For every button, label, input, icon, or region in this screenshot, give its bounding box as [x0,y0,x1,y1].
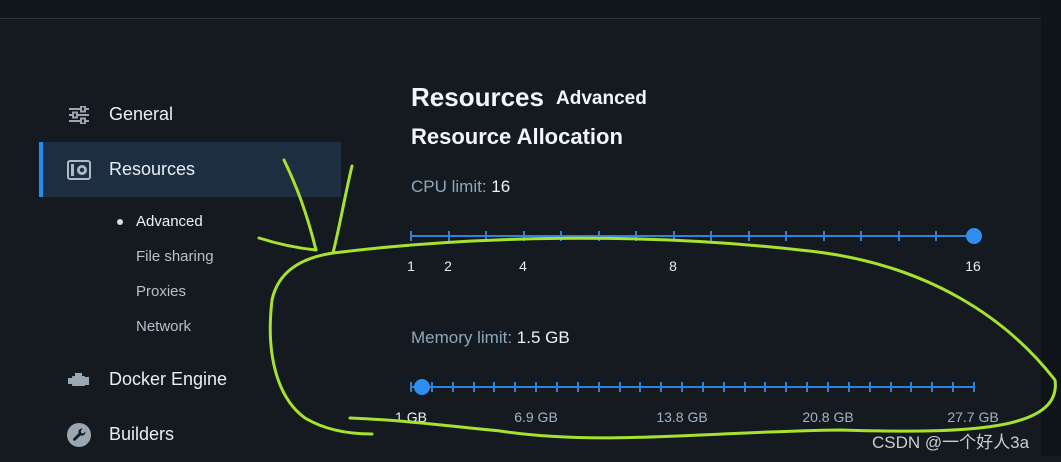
sidebar-subitem-proxies[interactable]: Proxies [136,283,186,300]
slider-tick [514,382,517,392]
slider-tick [576,382,579,392]
slider-tick [522,231,525,241]
slider-tick [860,231,863,241]
sidebar-item-resources[interactable]: Resources [39,142,341,197]
memory-tick-label: 6.9 GB [514,409,558,425]
slider-tick [973,382,975,392]
memory-tick-label: 1 GB [395,409,427,425]
slider-tick [889,382,892,392]
slider-tick [535,382,538,392]
slider-tick [410,231,412,241]
engine-icon [67,368,91,392]
sidebar-item-label: Resources [109,159,196,179]
slider-tick [897,231,900,241]
resources-icon [67,158,91,182]
cpu-tick-label: 1 [407,258,415,274]
slider-thumb[interactable] [966,228,982,244]
cpu-limit-value: 16 [491,177,511,196]
sidebar-subitem-network[interactable]: Network [136,318,191,335]
memory-tick-label: 20.8 GB [802,409,854,425]
sidebar-item-label: General [109,104,174,124]
memory-limit-slider[interactable] [410,379,975,395]
slider-tick [931,382,934,392]
slider-tick [597,231,600,241]
slider-tick [710,231,713,241]
slider-tick [764,382,767,392]
slider-tick [447,231,450,241]
slider-tick [822,231,825,241]
slider-tick [785,231,788,241]
slider-tick [743,382,746,392]
cpu-tick-label: 4 [519,258,527,274]
cpu-limit-text: CPU limit: [411,177,487,196]
memory-limit-value: 1.5 GB [516,328,570,347]
slider-tick [722,382,725,392]
slider-tick [868,382,871,392]
sidebar-item-docker-engine[interactable]: Docker Engine [39,352,341,407]
sidebar-item-label: Docker Engine [109,369,228,389]
slider-tick [635,231,638,241]
cpu-tick-label: 16 [965,258,981,274]
slider-tick [560,231,563,241]
sidebar-item-label: Builders [109,424,175,444]
slider-thumb[interactable] [413,379,430,395]
sidebar-subitem-advanced[interactable]: Advanced [136,213,203,230]
slider-tick [493,382,496,392]
slider-tick [618,382,621,392]
memory-tick-label: 27.7 GB [947,409,999,425]
slider-tick [451,382,454,392]
scroll-edge [1041,0,1061,456]
wrench-icon [67,422,91,447]
slider-tick [952,382,955,392]
slider-tick [410,382,412,392]
slider-tick [639,382,642,392]
memory-tick-label: 13.8 GB [656,409,708,425]
section-title: Resource Allocation [411,124,623,149]
sidebar-item-general[interactable]: General [39,87,341,142]
slider-tick [555,382,558,392]
cpu-limit-label: CPU limit: 16 [411,177,510,197]
sidebar-item-builders[interactable]: Builders [39,407,341,462]
slider-tick [597,382,600,392]
slider-track [411,235,974,237]
slider-tick [472,382,475,392]
cpu-tick-label: 2 [444,258,452,274]
slider-tick [701,382,704,392]
slider-tick [827,382,830,392]
slider-tick [681,382,684,392]
slider-tick [910,382,913,392]
slider-tick [430,382,433,392]
slider-tick [660,382,663,392]
slider-tick [785,382,788,392]
cpu-limit-slider[interactable] [410,228,982,244]
current-bullet [117,219,123,225]
tab-advanced[interactable]: Advanced [556,88,647,110]
memory-limit-text: Memory limit: [411,328,513,347]
top-bar [0,0,1061,19]
page-title: Resources [411,82,544,112]
slider-tick [747,231,750,241]
slider-tick [847,382,850,392]
slider-tick [935,231,938,241]
watermark: CSDN @一个好人3a [872,433,1030,452]
slider-tick [672,231,675,241]
sidebar-subitem-file-sharing[interactable]: File sharing [136,248,214,265]
slider-tick [806,382,809,392]
annotation-arrow-head [257,236,318,252]
memory-limit-label: Memory limit: 1.5 GB [411,328,570,348]
slider-tick [485,231,488,241]
cpu-tick-label: 8 [669,258,677,274]
sliders-icon [67,103,91,127]
